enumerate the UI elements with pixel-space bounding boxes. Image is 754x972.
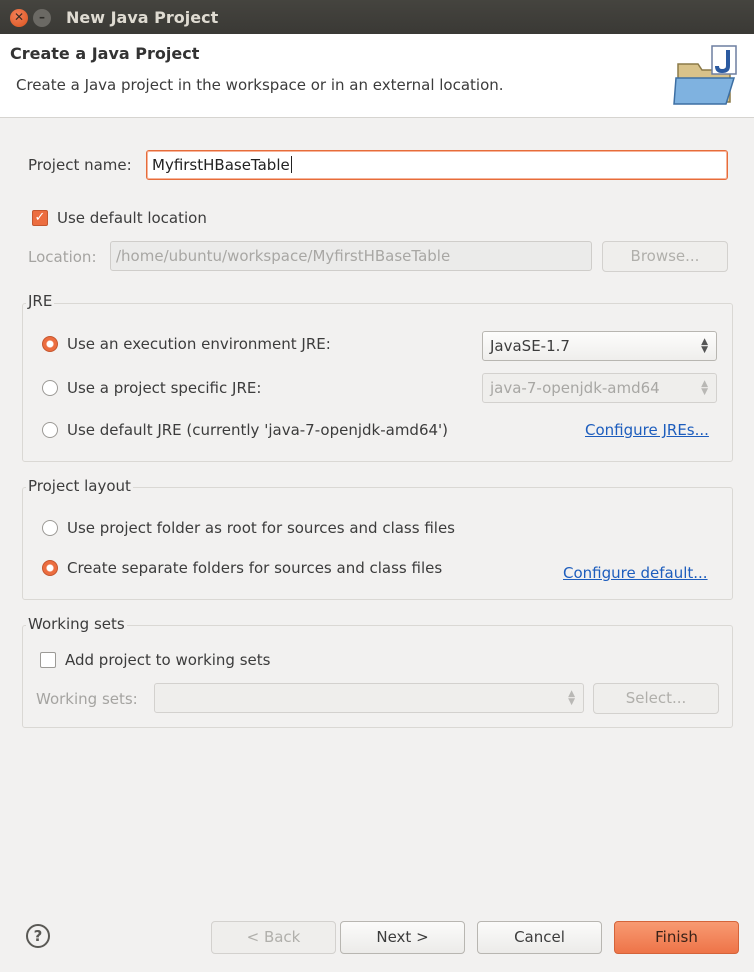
- minimize-window-button[interactable]: –: [33, 9, 51, 27]
- finish-button[interactable]: Finish: [614, 921, 739, 954]
- project-specific-jre-label: Use a project specific JRE:: [67, 379, 262, 397]
- java-folder-icon: [672, 44, 744, 114]
- wizard-description: Create a Java project in the workspace o…: [16, 76, 504, 94]
- add-to-working-sets-label: Add project to working sets: [65, 651, 271, 669]
- wizard-header: Create a Java Project Create a Java proj…: [0, 34, 754, 118]
- project-specific-jre-select[interactable]: java-7-openjdk-amd64 ▲ ▼: [482, 373, 717, 403]
- separate-folders-label: Create separate folders for sources and …: [67, 559, 443, 577]
- help-icon[interactable]: ?: [26, 924, 50, 948]
- spinner-arrows-icon: ▲ ▼: [568, 689, 575, 707]
- next-button[interactable]: Next >: [340, 921, 465, 954]
- project-root-label: Use project folder as root for sources a…: [67, 519, 455, 537]
- spinner-arrows-icon: ▲ ▼: [701, 337, 708, 355]
- add-to-working-sets-checkbox[interactable]: [40, 652, 56, 668]
- radio-separate-folders[interactable]: [42, 560, 58, 576]
- exec-env-select[interactable]: JavaSE-1.7 ▲ ▼: [482, 331, 717, 361]
- cancel-button[interactable]: Cancel: [477, 921, 602, 954]
- exec-env-value: JavaSE-1.7: [490, 337, 570, 355]
- jre-group-title: JRE: [26, 292, 55, 310]
- default-jre-label: Use default JRE (currently 'java-7-openj…: [67, 421, 449, 439]
- project-layout-group-title: Project layout: [26, 477, 133, 495]
- location-field[interactable]: /home/ubuntu/workspace/MyfirstHBaseTable: [110, 241, 592, 271]
- browse-button[interactable]: Browse...: [602, 241, 728, 272]
- configure-default-link[interactable]: Configure default...: [563, 564, 708, 582]
- window-title: New Java Project: [66, 8, 219, 27]
- working-sets-select[interactable]: ▲ ▼: [154, 683, 584, 713]
- text-caret: [290, 156, 292, 173]
- location-label: Location:: [28, 248, 97, 266]
- working-sets-group-title: Working sets: [26, 615, 127, 633]
- exec-env-jre-label: Use an execution environment JRE:: [67, 335, 331, 353]
- radio-project-root[interactable]: [42, 520, 58, 536]
- radio-default-jre[interactable]: [42, 422, 58, 438]
- select-working-sets-button[interactable]: Select...: [593, 683, 719, 714]
- project-specific-jre-value: java-7-openjdk-amd64: [490, 379, 660, 397]
- configure-jres-link[interactable]: Configure JREs...: [585, 421, 709, 439]
- project-name-field[interactable]: MyfirstHBaseTable: [146, 150, 728, 180]
- project-name-label: Project name:: [28, 156, 132, 174]
- radio-exec-env-jre[interactable]: [42, 336, 58, 352]
- location-value: /home/ubuntu/workspace/MyfirstHBaseTable: [116, 247, 451, 265]
- project-name-value: MyfirstHBaseTable: [152, 156, 290, 174]
- working-sets-label: Working sets:: [36, 690, 138, 708]
- project-layout-group: [22, 487, 733, 600]
- back-button[interactable]: < Back: [211, 921, 336, 954]
- radio-project-specific-jre[interactable]: [42, 380, 58, 396]
- wizard-title: Create a Java Project: [10, 44, 200, 63]
- use-default-location-label: Use default location: [57, 209, 207, 227]
- window-titlebar: ✕ – New Java Project: [0, 0, 754, 34]
- use-default-location-checkbox[interactable]: ✓: [32, 210, 48, 226]
- close-window-button[interactable]: ✕: [10, 9, 28, 27]
- spinner-arrows-icon: ▲ ▼: [701, 379, 708, 397]
